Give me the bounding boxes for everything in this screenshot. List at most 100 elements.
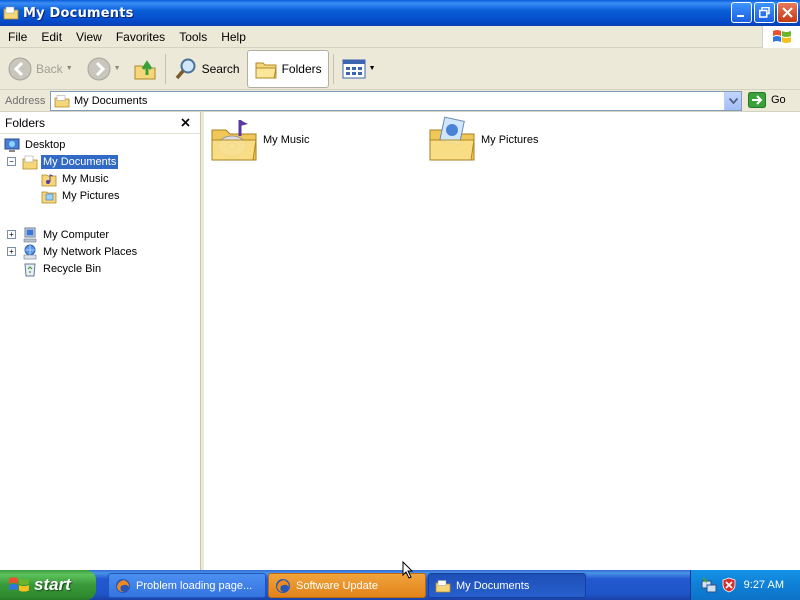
back-button[interactable]: Back ▼ [4, 50, 77, 88]
windows-logo [762, 26, 800, 48]
tree-label: My Pictures [62, 189, 120, 202]
windows-flag-icon [9, 577, 29, 592]
restore-icon [759, 7, 770, 18]
menu-help[interactable]: Help [214, 30, 253, 44]
close-pane-button[interactable] [181, 115, 190, 130]
close-icon [782, 7, 793, 18]
tree-label: My Documents [41, 154, 119, 169]
clock: 9:27 AM [743, 579, 784, 591]
close-icon [181, 118, 190, 127]
menu-file[interactable]: File [0, 30, 34, 44]
expand-toggle[interactable]: + [7, 230, 16, 239]
pictures-folder-icon [429, 116, 475, 161]
folders-icon [255, 62, 277, 78]
toolbar-separator [164, 53, 166, 84]
taskbar-item-label: Software Update [296, 579, 378, 592]
up-folder-button[interactable] [129, 50, 161, 88]
title-bar[interactable]: My Documents [0, 0, 800, 26]
my-documents-icon [435, 579, 451, 592]
minimize-icon [737, 15, 744, 17]
back-dropdown-icon[interactable]: ▼ [66, 65, 73, 72]
tree-label: My Computer [43, 228, 110, 241]
address-dropdown-button[interactable] [724, 92, 741, 110]
menu-tools[interactable]: Tools [172, 30, 214, 44]
menu-edit[interactable]: Edit [34, 30, 69, 44]
chevron-down-icon [728, 98, 738, 104]
firefox-icon [276, 578, 290, 593]
go-button[interactable]: Go [748, 92, 786, 108]
taskbar-item-label: Problem loading page... [136, 579, 253, 592]
tree-label: My Music [62, 172, 109, 185]
music-folder-icon [211, 120, 257, 161]
taskbar-item-my-documents[interactable]: My Documents [428, 573, 586, 598]
window-title: My Documents [23, 5, 134, 21]
tree-item-desktop[interactable]: Desktop [4, 136, 67, 153]
address-value: My Documents [74, 95, 148, 107]
folders-label: Folders [281, 61, 322, 76]
forward-dropdown-icon[interactable]: ▼ [114, 65, 121, 72]
security-shield-icon[interactable] [721, 577, 737, 593]
menu-view[interactable]: View [69, 30, 109, 44]
my-documents-icon [22, 155, 38, 169]
back-label: Back [36, 61, 63, 76]
pictures-folder-icon [41, 191, 57, 203]
tree-item-my-pictures[interactable]: My Pictures [41, 187, 121, 204]
search-label: Search [201, 61, 240, 76]
mouse-cursor-icon [402, 561, 414, 579]
expand-toggle[interactable]: + [7, 247, 16, 256]
tree-item-my-music[interactable]: My Music [41, 170, 110, 187]
folder-name: My Music [263, 134, 310, 146]
collapse-toggle[interactable]: − [7, 157, 16, 166]
search-button[interactable]: Search [170, 50, 244, 88]
restore-button[interactable] [754, 2, 775, 23]
menu-bar: File Edit View Favorites Tools Help [0, 26, 800, 48]
tree-item-my-documents[interactable]: My Documents [22, 153, 119, 170]
menu-favorites[interactable]: Favorites [109, 30, 172, 44]
tree-label: My Network Places [43, 245, 138, 258]
recycle-bin-icon [24, 263, 36, 276]
start-label: start [34, 575, 71, 594]
minimize-button[interactable] [731, 2, 752, 23]
address-label: Address [5, 94, 46, 107]
folder-name: My Pictures [481, 134, 539, 146]
folder-tile-my-music[interactable]: My Music [210, 116, 309, 164]
windows-flag-icon [772, 30, 791, 43]
computer-icon [23, 227, 37, 242]
system-tray: 9:27 AM [690, 570, 800, 600]
network-tray-icon[interactable] [701, 577, 717, 593]
taskbar-item-label: My Documents [456, 579, 530, 592]
forward-arrow-icon [87, 57, 111, 80]
desktop-icon [4, 138, 20, 152]
forward-button[interactable]: ▼ [83, 50, 125, 88]
views-dropdown-icon[interactable]: ▼ [369, 65, 376, 72]
up-folder-icon [134, 59, 156, 79]
folders-button[interactable]: Folders [246, 49, 329, 88]
music-folder-icon [41, 173, 57, 186]
close-button[interactable] [777, 2, 798, 23]
address-input[interactable]: My Documents [50, 91, 742, 111]
folder-tile-my-pictures[interactable]: My Pictures [428, 116, 538, 164]
file-view: My Music My Pictures [204, 112, 800, 570]
taskbar-item-firefox-problem[interactable]: Problem loading page... [108, 573, 266, 598]
views-button[interactable]: ▼ [338, 50, 380, 88]
go-arrow-icon [748, 92, 766, 108]
folders-pane-title: Folders [5, 115, 46, 130]
tree-item-my-network-places[interactable]: My Network Places [22, 243, 139, 260]
folders-pane-header: Folders [0, 112, 200, 134]
start-button[interactable]: start [0, 570, 96, 600]
views-icon [342, 59, 366, 78]
folder-icon [3, 6, 19, 20]
tree-item-recycle-bin[interactable]: Recycle Bin [22, 260, 103, 277]
tree-label: Recycle Bin [43, 262, 102, 275]
network-icon [23, 244, 37, 259]
search-icon [175, 58, 196, 79]
toolbar: Back ▼ ▼ Search Folders ▼ [0, 48, 800, 90]
taskbar: start Problem loading page... Software U… [0, 570, 800, 600]
toolbar-separator [332, 53, 334, 84]
tree-label: Desktop [25, 138, 66, 151]
address-bar: Address My Documents Go [0, 90, 800, 112]
back-arrow-icon [8, 57, 32, 80]
tree-item-my-computer[interactable]: My Computer [22, 226, 111, 243]
my-documents-icon [54, 95, 70, 108]
folders-pane: Folders Desktop − My Documents My Music … [0, 112, 201, 570]
